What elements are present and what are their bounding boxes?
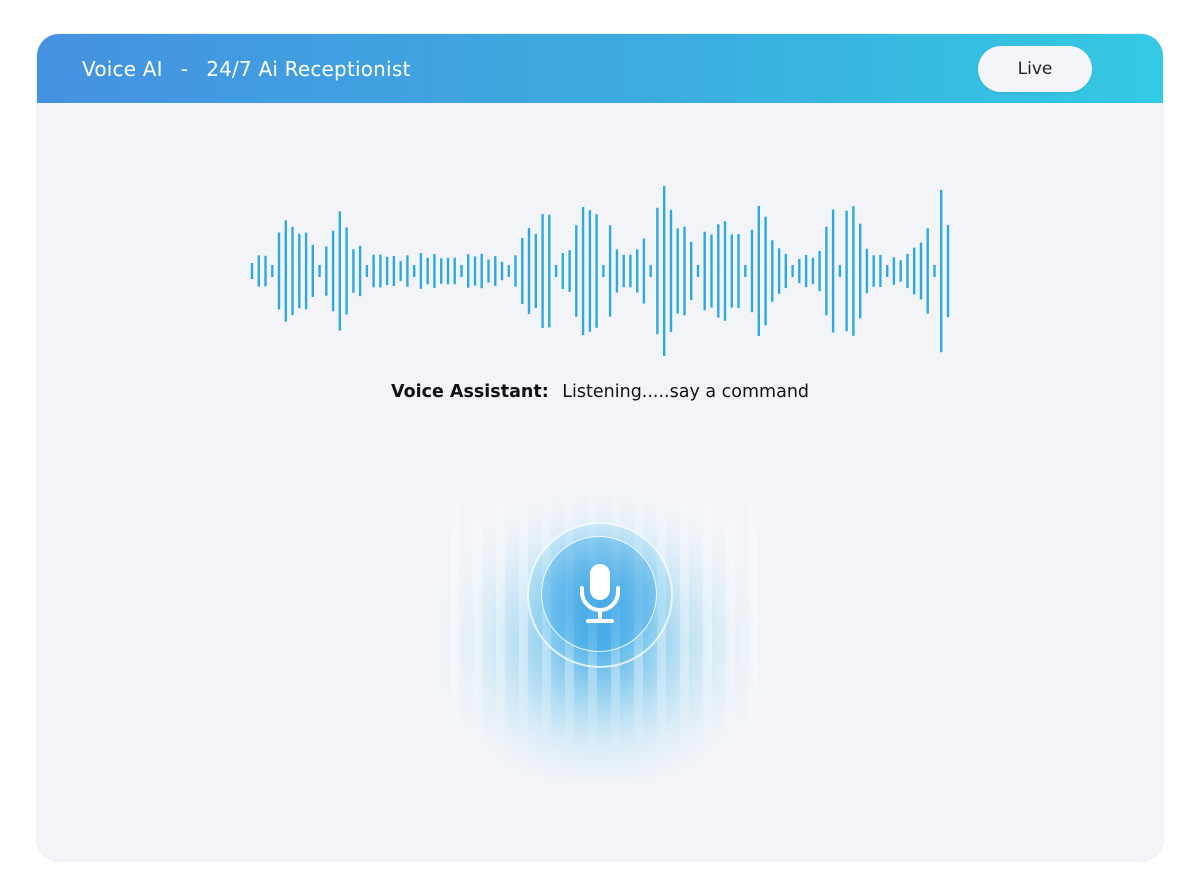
glow-stripe <box>450 462 459 762</box>
audio-waveform <box>250 186 950 356</box>
glow-stripe <box>703 462 712 762</box>
glow-stripe <box>726 462 735 762</box>
glow-stripe <box>519 462 528 762</box>
header-title: Voice AI - 24/7 Ai Receptionist <box>82 34 410 103</box>
status-label: Voice Assistant: <box>390 382 549 402</box>
microphone-button[interactable] <box>527 522 673 668</box>
glow-stripe <box>680 462 689 762</box>
header-bar: Voice AI - 24/7 Ai Receptionist Live <box>37 34 1163 103</box>
glow-stripe <box>749 462 758 762</box>
title-separator: - <box>180 56 189 81</box>
assistant-status: Voice Assistant: Listening.....say a com… <box>37 382 1163 402</box>
live-button[interactable]: Live <box>978 46 1092 92</box>
microphone-icon <box>580 564 620 623</box>
glow-stripe <box>496 462 505 762</box>
status-message: Listening.....say a command <box>562 382 810 402</box>
app-name: Voice AI <box>82 56 163 81</box>
voice-ai-window: Voice AI - 24/7 Ai Receptionist Live Voi… <box>37 34 1163 861</box>
glow-stripe <box>473 462 482 762</box>
app-subtitle: 24/7 Ai Receptionist <box>206 56 411 81</box>
